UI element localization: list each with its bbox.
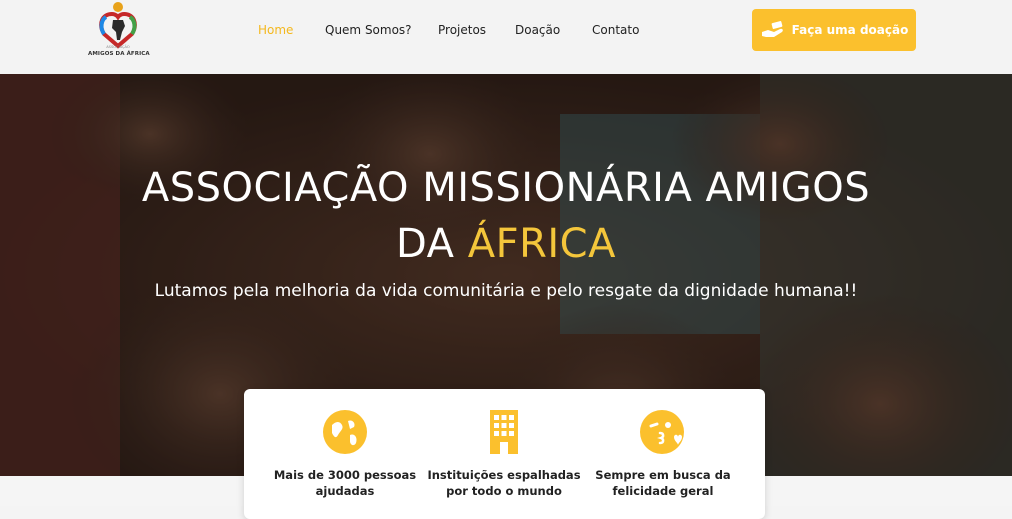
donate-button[interactable]: Faça uma doação (752, 9, 916, 51)
nav-contato[interactable]: Contato (592, 23, 639, 37)
hand-money-icon (761, 21, 783, 37)
logo-title: AMIGOS DA ÁFRICA (88, 51, 150, 57)
nav-doacao[interactable]: Doação (515, 23, 560, 37)
feature-people-helped: Mais de 3000 pessoas ajudadas (260, 409, 430, 499)
nav-quem-somos[interactable]: Quem Somos? (325, 23, 412, 37)
donate-button-label: Faça uma doação (791, 23, 909, 37)
hero-title-prefix: DA (396, 221, 468, 267)
site-header: ASSOCIAÇÃO AMIGOS DA ÁFRICA Home Quem So… (0, 0, 1012, 74)
hero-subtitle: Lutamos pela melhoria da vida comunitári… (154, 281, 858, 301)
feature-institutions-text: Instituições espalhadas por todo o mundo (427, 468, 581, 498)
nav-projetos[interactable]: Projetos (438, 23, 486, 37)
hero-title-line1: ASSOCIAÇÃO MISSIONÁRIA AMIGOS (141, 165, 871, 211)
feature-happiness: Sempre em busca da felicidade geral (578, 409, 748, 499)
nav-home[interactable]: Home (258, 23, 293, 37)
kiss-face-icon (640, 410, 684, 454)
globe-icon (323, 410, 367, 454)
hero-title: ASSOCIAÇÃO MISSIONÁRIA AMIGOS DA ÁFRICA (0, 160, 1012, 272)
feature-happiness-text: Sempre em busca da felicidade geral (595, 468, 731, 498)
features-card: Mais de 3000 pessoas ajudadas Instituiçõ… (244, 389, 765, 519)
hero-title-highlight: ÁFRICA (467, 221, 616, 267)
building-icon (490, 410, 518, 454)
feature-institutions: Instituições espalhadas por todo o mundo (419, 409, 589, 499)
feature-people-helped-text: Mais de 3000 pessoas ajudadas (273, 468, 417, 498)
logo-subtitle: ASSOCIAÇÃO (106, 45, 130, 49)
